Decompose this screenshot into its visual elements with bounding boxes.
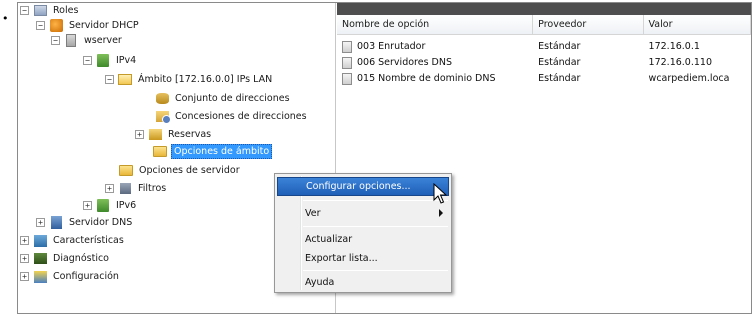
tree-label-filters: Filtros [138,183,167,194]
option-vendor: Estándar [538,57,581,68]
expand-toggle[interactable]: + [83,201,92,210]
list-item[interactable]: 015 Nombre de dominio DNS Estándar wcarp… [337,71,751,86]
roles-icon [33,4,47,17]
tree-label-server: wserver [84,35,122,46]
dns-role-icon [49,216,63,229]
tree-item-dhcp-server[interactable]: − Servidor DHCP [36,18,141,33]
collapse-toggle[interactable]: − [51,36,60,45]
menu-item-export-list[interactable]: Exportar lista... [277,249,449,268]
reservations-icon [148,128,162,141]
menu-label: Exportar lista... [305,253,378,264]
menu-item-refresh[interactable]: Actualizar [277,230,449,249]
option-name: 015 Nombre de dominio DNS [357,73,496,84]
option-value: wcarpediem.loca [648,73,730,84]
diagnostics-icon [33,252,47,265]
tree-item-dns-server[interactable]: + Servidor DNS [36,215,134,230]
tree-item-scope[interactable]: − Ámbito [172.16.0.0] IPs LAN [105,72,274,87]
menu-separator [303,226,448,227]
tree-item-ipv4[interactable]: − IPv4 [83,53,138,68]
collapse-toggle[interactable]: − [20,6,29,15]
tree-label-features: Características [53,235,124,246]
tree-label-server-options: Opciones de servidor [139,165,240,176]
tree-label-roles: Roles [53,5,79,16]
configuration-icon [33,270,47,283]
ipv6-icon [96,199,110,212]
menu-separator [303,270,448,271]
tree-label-address-pool: Conjunto de direcciones [175,93,290,104]
tree-label-scope-options: Opciones de ámbito [171,144,273,159]
context-menu: Configurar opciones... Ver Actualizar Ex… [274,173,452,293]
tree-label-diagnostics: Diagnóstico [53,253,109,264]
tree-label-configuration: Configuración [53,271,119,282]
pane-title-bar [337,3,751,15]
server-manager-window: − Roles − Servidor DHCP − wserver − IPv4… [17,2,752,314]
tree-item-diagnostics[interactable]: + Diagnóstico [20,251,111,266]
tree-item-reservations[interactable]: + Reservas [135,127,213,142]
server-icon [64,34,78,47]
menu-item-view[interactable]: Ver [277,204,449,223]
list-header: Nombre de opción Proveedor Valor [337,15,751,35]
tree-label-address-leases: Concesiones de direcciones [175,111,307,122]
server-options-icon [119,164,133,177]
collapse-toggle[interactable]: − [36,21,45,30]
menu-separator [303,200,448,201]
menu-label: Ayuda [305,277,335,288]
list-bullet: • [2,12,9,25]
menu-label: Actualizar [305,234,353,245]
option-name: 003 Enrutador [357,41,426,52]
option-icon [342,72,352,85]
menu-label: Ver [305,208,321,219]
expand-toggle[interactable]: + [20,254,29,263]
tree-item-roles[interactable]: − Roles [20,3,80,18]
folder-icon [153,145,167,158]
collapse-toggle[interactable]: − [83,56,92,65]
column-header-value[interactable]: Valor [644,15,751,34]
tree-item-ipv6[interactable]: + IPv6 [83,198,138,213]
expand-toggle[interactable]: + [20,272,29,281]
expand-toggle[interactable]: + [135,130,144,139]
submenu-arrow-icon [439,209,443,217]
list-item[interactable]: 003 Enrutador Estándar 172.16.0.1 [337,39,751,54]
tree-item-scope-options[interactable]: Opciones de ámbito [153,144,273,159]
tree-label-ipv4: IPv4 [116,55,137,66]
option-icon [342,56,352,69]
tree-item-address-pool[interactable]: Conjunto de direcciones [155,91,292,106]
tree-item-filters[interactable]: + Filtros [105,181,168,196]
tree-item-configuration[interactable]: + Configuración [20,269,121,284]
tree-label-dns-server: Servidor DNS [69,217,133,228]
features-icon [33,234,47,247]
ipv4-icon [96,54,110,67]
option-value: 172.16.0.1 [648,41,700,52]
tree-item-server-options[interactable]: Opciones de servidor [119,163,242,178]
list-item[interactable]: 006 Servidores DNS Estándar 172.16.0.110 [337,55,751,70]
filter-icon [118,182,132,195]
column-header-option-name[interactable]: Nombre de opción [337,15,534,34]
tree-item-server[interactable]: − wserver [51,33,124,48]
menu-label: Configurar opciones... [306,181,411,192]
menu-item-configure-options[interactable]: Configurar opciones... [277,177,449,196]
option-vendor: Estándar [538,73,581,84]
expand-toggle[interactable]: + [105,184,114,193]
mouse-pointer-icon [433,183,447,204]
expand-toggle[interactable]: + [20,236,29,245]
option-name: 006 Servidores DNS [357,57,452,68]
option-vendor: Estándar [538,41,581,52]
expand-toggle[interactable]: + [36,218,45,227]
address-leases-icon [155,110,171,124]
option-icon [342,40,352,53]
folder-open-icon [118,73,132,86]
tree-label-ipv6: IPv6 [116,200,137,211]
tree-item-address-leases[interactable]: Concesiones de direcciones [155,109,309,124]
tree-item-features[interactable]: + Características [20,233,126,248]
tree-label-reservations: Reservas [168,129,212,140]
collapse-toggle[interactable]: − [105,75,114,84]
tree-label-dhcp-server: Servidor DHCP [69,20,139,31]
column-header-vendor[interactable]: Proveedor [533,15,644,34]
menu-item-help[interactable]: Ayuda [277,273,449,292]
dhcp-role-icon [49,19,63,32]
address-pool-icon [155,92,169,105]
option-value: 172.16.0.110 [648,57,713,68]
tree-label-scope: Ámbito [172.16.0.0] IPs LAN [138,74,273,85]
